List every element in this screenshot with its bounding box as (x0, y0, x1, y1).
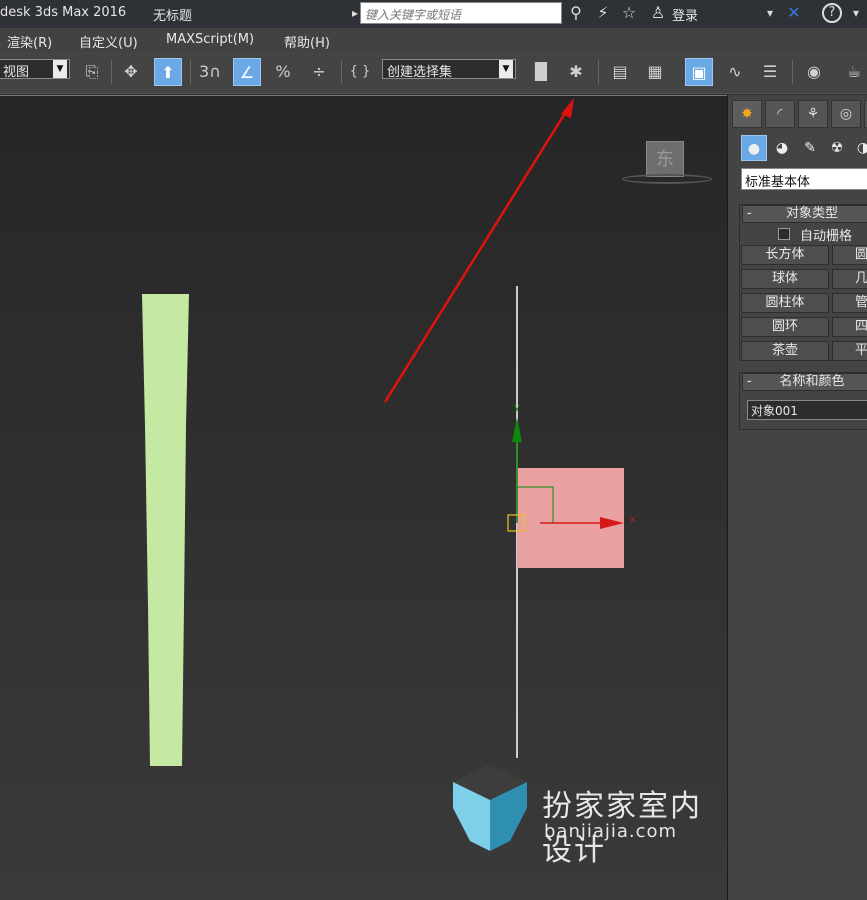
main-toolbar: 视图 ▼ ⎘ ✥ ⬆ 3∩ ∠ % ÷ { } 创建选择集 ▼ ▐▌ ✱ ▤ ▦… (0, 52, 867, 94)
box-button[interactable]: 长方体 (741, 245, 829, 265)
toggle-ribbon-icon[interactable]: ▦ (641, 58, 669, 86)
collapse-minus: - (747, 206, 752, 221)
hierarchy-tab-icon[interactable]: ⚘ (798, 100, 828, 128)
geosphere-button[interactable]: 几何 (832, 269, 867, 289)
tube-button[interactable]: 管 (832, 293, 867, 313)
angle-snap-icon[interactable]: ∠ (233, 58, 261, 86)
watermark-url: banjiajia.com (544, 821, 678, 842)
mirror-icon[interactable]: ▐▌ (527, 58, 555, 86)
dropdown-arrow-icon: ▼ (53, 60, 67, 78)
curve-editor-icon[interactable]: ∿ (721, 58, 749, 86)
motion-tab-icon[interactable]: ◎ (831, 100, 861, 128)
autogrid-label: 自动栅格 (800, 229, 853, 244)
pyramid-button[interactable]: 四 (832, 317, 867, 337)
object-name-input[interactable]: 对象001 (747, 400, 867, 420)
binoculars-icon[interactable]: ⚲ (566, 3, 586, 23)
collapse-minus: - (747, 374, 752, 389)
help-icon[interactable]: ? (822, 3, 842, 23)
schematic-view-icon[interactable]: ☰ (756, 58, 784, 86)
teapot-button[interactable]: 茶壶 (741, 341, 829, 361)
geometry-icon[interactable]: ● (741, 135, 767, 161)
cylinder-button[interactable]: 圆柱体 (741, 293, 829, 313)
viewport-top[interactable]: 东 y x 扮家家室内设计 banjiajia.com (0, 95, 727, 900)
scene-explorer-icon[interactable]: ▣ (685, 58, 713, 86)
annotation-arrow-line (383, 109, 569, 403)
search-input[interactable]: 键入关键字或短语 (360, 2, 562, 24)
menu-help[interactable]: 帮助(H) (284, 32, 330, 51)
helpers-icon[interactable]: ◑ (850, 135, 867, 161)
object-type-header[interactable]: - 对象类型 (742, 205, 867, 223)
reference-coordinate-value: 视图 (3, 65, 30, 80)
snap-magnet-icon: ∩ (209, 62, 221, 81)
spinner-snap-icon[interactable]: ÷ (305, 58, 333, 86)
help-dropdown-icon[interactable]: ▾ (846, 3, 866, 23)
create-tab-icon[interactable]: ✸ (732, 100, 762, 128)
login-link[interactable]: 登录 (672, 5, 698, 24)
modify-tab-icon[interactable]: ◜ (765, 100, 795, 128)
dropdown-arrow-icon: ▼ (499, 60, 513, 78)
gizmo-y-arrow[interactable] (512, 418, 522, 442)
lights-icon[interactable]: ✎ (797, 135, 823, 161)
torus-button[interactable]: 圆环 (741, 317, 829, 337)
command-panel: ✸ ◜ ⚘ ◎ ● ◕ ✎ ☢ ◑ 标准基本体 - 对象类型 自动栅格 长方体 … (727, 95, 867, 900)
green-object[interactable] (142, 294, 189, 766)
autodesk-exchange-icon[interactable]: ✕ (784, 3, 804, 23)
menu-customize[interactable]: 自定义(U) (79, 32, 138, 51)
toolbar-separator (190, 60, 191, 84)
menu-render[interactable]: 渲染(R) (7, 32, 52, 51)
user-icon[interactable]: ♙ (648, 3, 668, 23)
autogrid-checkbox[interactable] (778, 228, 790, 240)
toolbar-separator (111, 60, 112, 84)
reference-coordinate-dropdown[interactable]: 视图 ▼ (0, 59, 70, 80)
name-color-title: 名称和颜色 (779, 374, 845, 389)
object-type-title: 对象类型 (785, 206, 838, 221)
toolbar-separator (341, 60, 342, 84)
edit-named-selection-icon[interactable]: { } (346, 58, 374, 86)
pivot-center-icon[interactable]: ⎘ (78, 58, 106, 86)
menu-bar: 渲染(R) 自定义(U) MAXScript(M) 帮助(H) (0, 28, 867, 52)
pink-box-object[interactable] (517, 468, 624, 568)
render-setup-icon[interactable]: ☕ (840, 58, 867, 86)
cone-button[interactable]: 圆 (832, 245, 867, 265)
snap-number: 3 (199, 62, 210, 81)
cameras-icon[interactable]: ☢ (824, 135, 850, 161)
select-manipulate-icon[interactable]: ⬆ (154, 58, 182, 86)
layer-explorer-icon[interactable]: ▤ (606, 58, 634, 86)
viewport-scene: y x (142, 98, 636, 851)
toolbar-separator (598, 60, 599, 84)
toolbar-separator (792, 60, 793, 84)
name-color-header[interactable]: - 名称和颜色 (742, 373, 867, 391)
app-title: desk 3ds Max 2016 (0, 5, 127, 20)
plane-button[interactable]: 平 (832, 341, 867, 361)
communication-center-icon[interactable]: ⚡ (593, 3, 613, 23)
menu-maxscript[interactable]: MAXScript(M) (166, 32, 254, 47)
title-bar: desk 3ds Max 2016 无标题 ▸ 键入关键字或短语 ⚲ ⚡ ☆ ♙… (0, 0, 867, 28)
favorites-star-icon[interactable]: ☆ (619, 3, 639, 23)
align-icon[interactable]: ✱ (562, 58, 590, 86)
percent-snap-icon[interactable]: % (269, 58, 297, 86)
snap-toggle-icon[interactable]: 3∩ (196, 58, 224, 86)
shapes-icon[interactable]: ◕ (769, 135, 795, 161)
gizmo-x-label: x (630, 515, 636, 525)
move-icon[interactable]: ✥ (117, 58, 145, 86)
document-title: 无标题 (153, 9, 193, 24)
sphere-button[interactable]: 球体 (741, 269, 829, 289)
material-editor-icon[interactable]: ◉ (800, 58, 828, 86)
login-dropdown-icon[interactable]: ▾ (760, 3, 780, 23)
object-category-dropdown[interactable]: 标准基本体 (741, 168, 867, 190)
app-window: desk 3ds Max 2016 无标题 ▸ 键入关键字或短语 ⚲ ⚡ ☆ ♙… (0, 0, 867, 900)
gizmo-y-label: y (514, 402, 520, 413)
named-selection-value: 创建选择集 (387, 65, 453, 80)
named-selection-dropdown[interactable]: 创建选择集 ▼ (382, 59, 516, 80)
